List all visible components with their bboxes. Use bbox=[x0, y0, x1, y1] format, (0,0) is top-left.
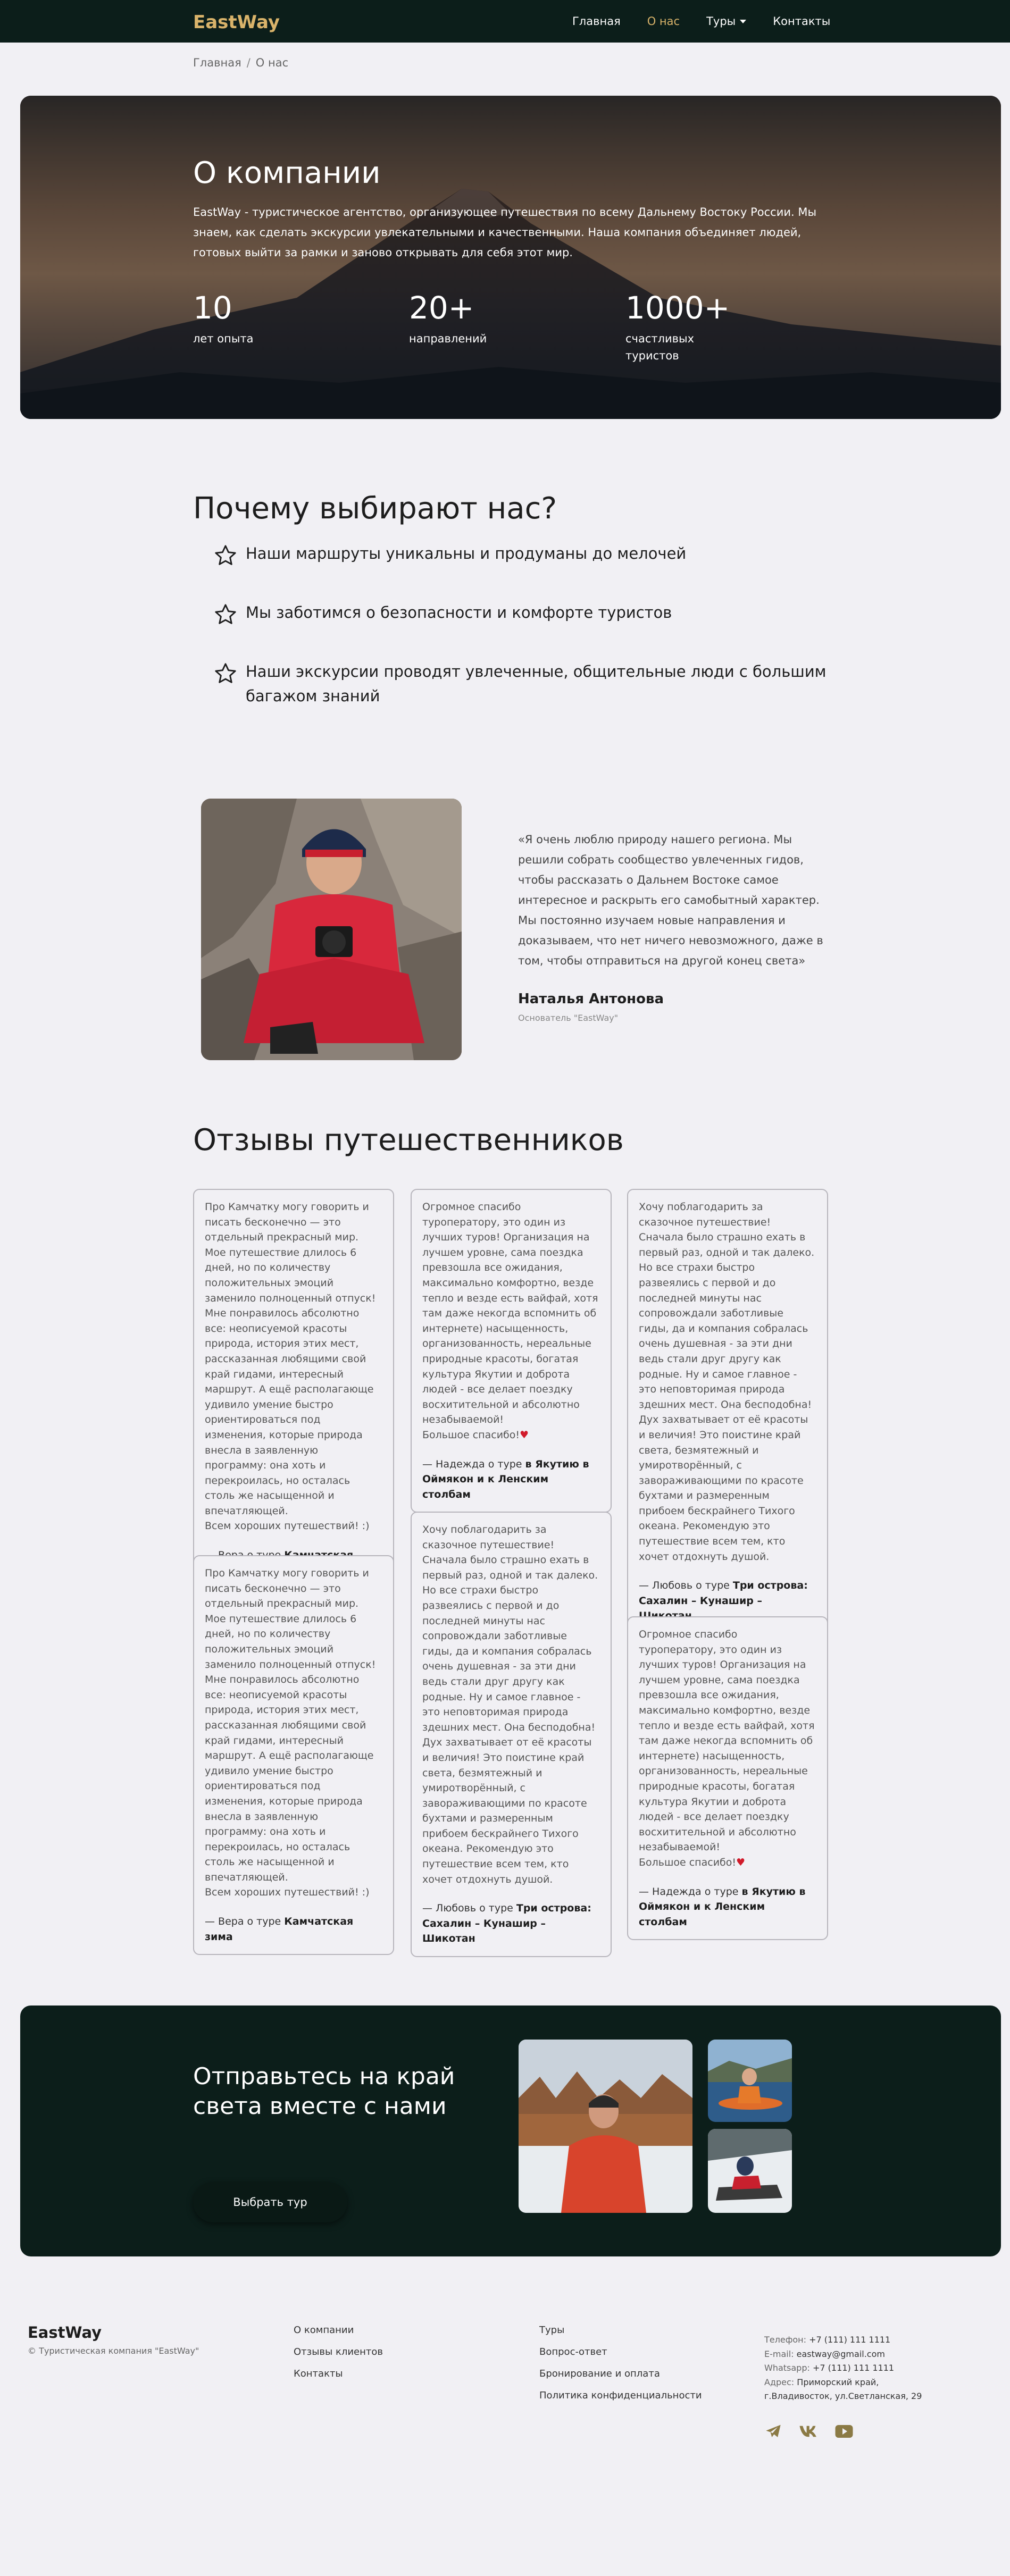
nav-link-contacts[interactable]: Контакты bbox=[773, 15, 830, 28]
breadcrumb-separator: / bbox=[246, 56, 251, 69]
nav-links: Главная О нас Туры Контакты bbox=[572, 15, 857, 28]
review-author: — Вера о туре Камчатская зима bbox=[205, 1916, 354, 1943]
nav-dropdown-tours[interactable]: Туры bbox=[706, 15, 747, 28]
review-card: Про Камчатку могу говорить и писать беск… bbox=[193, 1555, 394, 1956]
stat-label: счастливых туристов bbox=[625, 332, 695, 362]
contact-whatsapp: Whatsapp: +7 (111) 111 1111 bbox=[764, 2363, 895, 2373]
why-us-title: Почему выбирают нас? bbox=[193, 491, 557, 526]
footer-link-booking[interactable]: Бронирование и оплата bbox=[539, 2363, 702, 2385]
founder-photo-image bbox=[201, 799, 462, 1060]
stat-directions: 20+ направлений bbox=[409, 290, 505, 347]
email-value[interactable]: eastway@gmail.com bbox=[797, 2349, 885, 2359]
nav-link-about[interactable]: О нас bbox=[647, 15, 680, 28]
contact-address: Адрес: Приморский край, г.Владивосток, у… bbox=[764, 2377, 922, 2402]
stat-years: 10 лет опыта bbox=[193, 290, 289, 347]
telegram-icon[interactable] bbox=[764, 2423, 782, 2441]
reviews-title: Отзывы путешественников bbox=[193, 1123, 624, 1157]
heart-icon: ♥ bbox=[736, 1856, 746, 1868]
nav-link-home[interactable]: Главная bbox=[572, 15, 621, 28]
stat-value: 10 bbox=[193, 290, 232, 326]
breadcrumb-current: О нас bbox=[255, 56, 289, 69]
youtube-icon[interactable] bbox=[834, 2423, 854, 2441]
footer-link-about[interactable]: О компании bbox=[294, 2319, 383, 2341]
review-author: — Надежда о туре в Якутию в Оймякон и к … bbox=[639, 1885, 806, 1928]
review-author: — Надежда о туре в Якутию в Оймякон и к … bbox=[422, 1458, 589, 1500]
footer-logo[interactable]: EastWay bbox=[28, 2323, 102, 2342]
stat-value: 20+ bbox=[409, 290, 474, 326]
page-title: О компании bbox=[193, 156, 381, 190]
review-author: — Любовь о туре Три острова: Сахалин – К… bbox=[422, 1902, 591, 1945]
footer-link-privacy[interactable]: Политика конфиденциальности bbox=[539, 2385, 702, 2406]
footer-contacts: Телефон: +7 (111) 111 1111 E-mail: eastw… bbox=[764, 2333, 945, 2404]
star-icon bbox=[215, 545, 236, 565]
review-text: Огромное спасибо туроператору, это один … bbox=[639, 1629, 815, 1868]
vk-icon[interactable] bbox=[799, 2423, 819, 2441]
why-us-item: Наши экскурсии проводят увлеченные, общи… bbox=[215, 659, 853, 708]
review-card: Огромное спасибо туроператору, это один … bbox=[627, 1616, 828, 1941]
why-us-item: Наши маршруты уникальны и продуманы до м… bbox=[215, 541, 686, 566]
heart-icon: ♥ bbox=[520, 1429, 529, 1441]
brand-logo[interactable]: EastWay bbox=[193, 12, 280, 33]
phone-value[interactable]: +7 (111) 111 1111 bbox=[809, 2335, 890, 2345]
stat-label: лет опыта bbox=[193, 332, 254, 345]
review-text: Хочу поблагодарить за сказочное путешест… bbox=[422, 1524, 598, 1885]
review-card: Хочу поблагодарить за сказочное путешест… bbox=[627, 1189, 828, 1635]
cta-title: Отправьтесь на край света вместе с нами bbox=[193, 2063, 455, 2120]
chevron-down-icon bbox=[740, 19, 747, 23]
why-us-item-text: Мы заботимся о безопасности и комфорте т… bbox=[246, 603, 672, 622]
navbar: EastWay Главная О нас Туры Контакты bbox=[0, 0, 1010, 43]
footer-copyright: © Туристическая компания "EastWay" bbox=[28, 2346, 199, 2356]
choose-tour-button[interactable]: Выбрать тур bbox=[193, 2182, 347, 2222]
cta-photo-man-forest bbox=[519, 2040, 692, 2213]
stat-tourists: 1000+ счастливых туристов bbox=[625, 290, 730, 364]
footer-link-tours[interactable]: Туры bbox=[539, 2319, 702, 2341]
footer-links-company: О компании Отзывы клиентов Контакты bbox=[294, 2319, 383, 2385]
footer-link-faq[interactable]: Вопрос-ответ bbox=[539, 2341, 702, 2363]
founder-photo bbox=[201, 799, 462, 1060]
stat-value: 1000+ bbox=[625, 290, 730, 326]
review-card: Про Камчатку могу говорить и писать беск… bbox=[193, 1189, 394, 1589]
cta-photo-snowmobile bbox=[708, 2129, 792, 2213]
contact-email: E-mail: eastway@gmail.com bbox=[764, 2348, 885, 2359]
review-text: Огромное спасибо туроператору, это один … bbox=[422, 1201, 598, 1441]
review-card: Огромное спасибо туроператору, это один … bbox=[411, 1189, 612, 1513]
review-card: Хочу поблагодарить за сказочное путешест… bbox=[411, 1512, 612, 1958]
review-text: Про Камчатку могу говорить и писать беск… bbox=[205, 1567, 376, 1899]
cta-banner: Отправьтесь на край света вместе с нами … bbox=[20, 2006, 1001, 2256]
why-us-item-text: Наши маршруты уникальны и продуманы до м… bbox=[246, 544, 687, 563]
founder-name: Наталья Антонова bbox=[518, 991, 664, 1007]
cta-photo-kayak bbox=[708, 2040, 792, 2122]
about-hero: О компании EastWay - туристическое агент… bbox=[20, 96, 1001, 419]
footer-link-contacts[interactable]: Контакты bbox=[294, 2363, 383, 2385]
hero-description: EastWay - туристическое агентство, орган… bbox=[193, 206, 817, 259]
footer-links-tours: Туры Вопрос-ответ Бронирование и оплата … bbox=[539, 2319, 702, 2406]
why-us-item: Мы заботимся о безопасности и комфорте т… bbox=[215, 600, 672, 625]
star-icon bbox=[215, 663, 236, 683]
breadcrumb-home[interactable]: Главная bbox=[193, 56, 241, 69]
stat-label: направлений bbox=[409, 332, 487, 345]
review-text: Про Камчатку могу говорить и писать беск… bbox=[205, 1201, 376, 1532]
breadcrumb: Главная / О нас bbox=[193, 56, 288, 69]
founder-quote: «Я очень люблю природу нашего региона. М… bbox=[518, 833, 823, 967]
contact-phone: Телефон: +7 (111) 111 1111 bbox=[764, 2335, 891, 2345]
review-text: Хочу поблагодарить за сказочное путешест… bbox=[639, 1201, 815, 1563]
footer-link-reviews[interactable]: Отзывы клиентов bbox=[294, 2341, 383, 2363]
why-us-item-text: Наши экскурсии проводят увлеченные, общи… bbox=[246, 662, 827, 705]
founder-role: Основатель "EastWay" bbox=[518, 1013, 619, 1023]
nav-dropdown-tours-label: Туры bbox=[706, 15, 736, 28]
star-icon bbox=[215, 604, 236, 624]
whatsapp-value[interactable]: +7 (111) 111 1111 bbox=[813, 2363, 894, 2373]
